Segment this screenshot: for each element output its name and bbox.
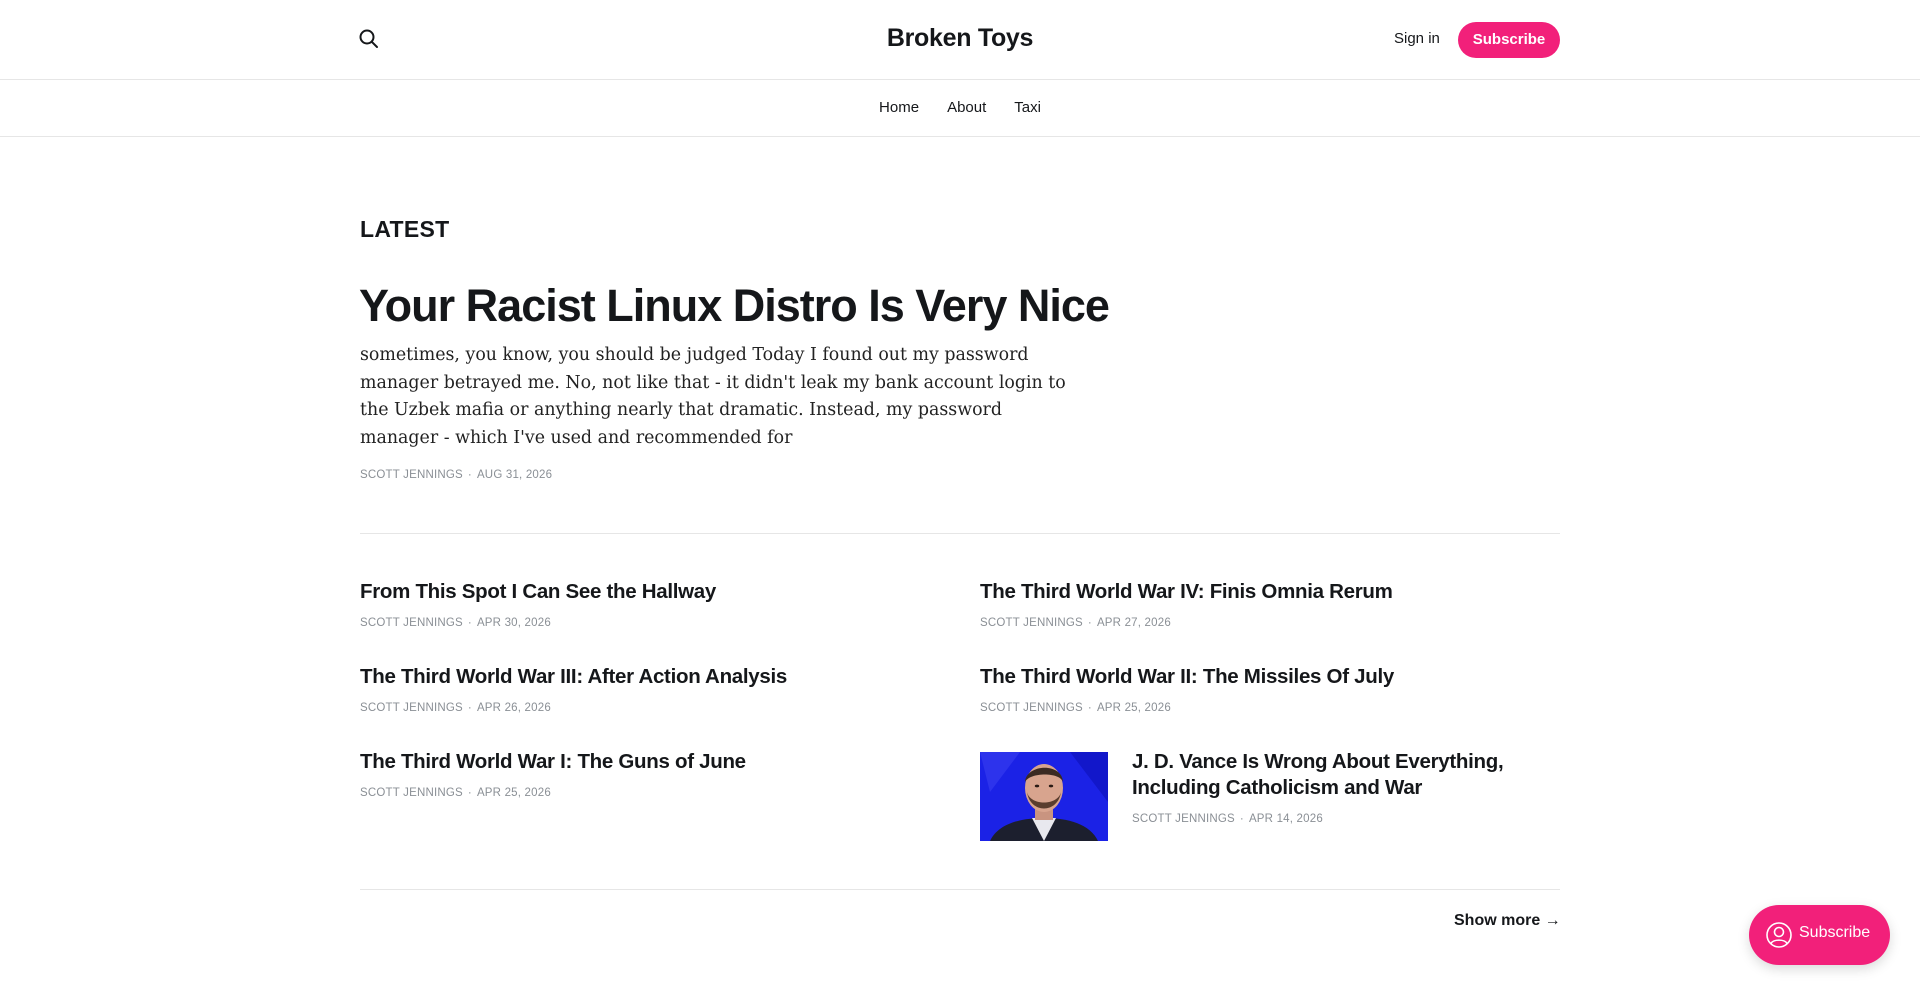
post-card[interactable]: From This Spot I Can See the Hallway SCO… — [360, 579, 716, 629]
post-date: AUG 31, 2026 — [476, 469, 553, 481]
nav-item-home[interactable]: Home — [879, 99, 919, 116]
show-more-link[interactable]: Show more → — [1454, 912, 1561, 930]
meta-separator: · — [1087, 617, 1092, 629]
post-card[interactable]: The Third World War I: The Guns of June … — [360, 749, 746, 799]
post-card[interactable]: The Third World War III: After Action An… — [360, 664, 787, 714]
post-author[interactable]: SCOTT JENNINGS — [980, 617, 1083, 629]
sign-in-link[interactable]: Sign in — [1394, 30, 1440, 47]
post-author[interactable]: SCOTT JENNINGS — [360, 702, 463, 714]
post-meta: SCOTT JENNINGS · APR 30, 2026 — [360, 617, 716, 629]
meta-separator: · — [467, 469, 472, 481]
main-nav: Home About Taxi — [0, 80, 1920, 137]
post-meta: SCOTT JENNINGS · APR 26, 2026 — [360, 702, 787, 714]
featured-post-meta: SCOTT JENNINGS · AUG 31, 2026 — [360, 469, 552, 481]
post-title[interactable]: J. D. Vance Is Wrong About Everything, I… — [1132, 749, 1504, 801]
post-date: APR 27, 2026 — [1096, 617, 1171, 629]
site-title-link[interactable]: Broken Toys — [887, 24, 1034, 53]
post-title[interactable]: The Third World War II: The Missiles Of … — [980, 664, 1394, 690]
post-author[interactable]: SCOTT JENNINGS — [360, 469, 463, 481]
subscribe-button[interactable]: Subscribe — [1458, 22, 1560, 58]
post-card[interactable]: The Third World War II: The Missiles Of … — [980, 664, 1394, 714]
portrait-image — [980, 752, 1108, 841]
post-date: APR 26, 2026 — [476, 702, 551, 714]
post-card[interactable]: J. D. Vance Is Wrong About Everything, I… — [1132, 749, 1504, 825]
post-date: APR 14, 2026 — [1248, 813, 1323, 825]
post-card[interactable]: The Third World War IV: Finis Omnia Reru… — [980, 579, 1393, 629]
post-title[interactable]: The Third World War IV: Finis Omnia Reru… — [980, 579, 1393, 605]
meta-separator: · — [1239, 813, 1244, 825]
post-meta: SCOTT JENNINGS · APR 27, 2026 — [980, 617, 1393, 629]
post-meta: SCOTT JENNINGS · APR 14, 2026 — [1132, 813, 1503, 825]
post-meta: SCOTT JENNINGS · APR 25, 2026 — [360, 787, 746, 799]
meta-separator: · — [467, 787, 472, 799]
post-date: APR 25, 2026 — [1096, 702, 1171, 714]
meta-separator: · — [467, 702, 472, 714]
post-date: APR 30, 2026 — [476, 617, 551, 629]
portal-subscribe-button[interactable]: Subscribe — [1749, 905, 1890, 965]
portal-subscribe-label: Subscribe — [1799, 924, 1871, 941]
nav-item-about[interactable]: About — [947, 99, 986, 116]
section-divider — [360, 889, 1560, 890]
post-title-line: J. D. Vance Is Wrong About Everything, — [1132, 750, 1504, 773]
post-author[interactable]: SCOTT JENNINGS — [980, 702, 1083, 714]
post-author[interactable]: SCOTT JENNINGS — [360, 617, 463, 629]
site-header: Broken Toys Sign in Subscribe — [0, 0, 1920, 80]
section-divider — [360, 533, 1560, 534]
post-title-line: Including Catholicism and War — [1132, 776, 1423, 799]
post-author[interactable]: SCOTT JENNINGS — [360, 787, 463, 799]
meta-separator: · — [467, 617, 472, 629]
site-title: Broken Toys — [0, 24, 1920, 53]
meta-separator: · — [1087, 702, 1092, 714]
post-author[interactable]: SCOTT JENNINGS — [1132, 813, 1235, 825]
post-title[interactable]: From This Spot I Can See the Hallway — [360, 579, 716, 605]
featured-post-title[interactable]: Your Racist Linux Distro Is Very Nice — [359, 280, 1110, 332]
post-thumbnail-image[interactable] — [980, 752, 1108, 841]
post-title[interactable]: The Third World War I: The Guns of June — [360, 749, 746, 775]
post-title[interactable]: The Third World War III: After Action An… — [360, 664, 787, 690]
section-label-latest: LATEST — [360, 216, 450, 242]
user-circle-icon — [1766, 922, 1792, 948]
post-meta: SCOTT JENNINGS · APR 25, 2026 — [980, 702, 1394, 714]
featured-post-excerpt[interactable]: sometimes, you know, you should be judge… — [360, 342, 1080, 452]
nav-item-taxi[interactable]: Taxi — [1014, 99, 1041, 116]
post-date: APR 25, 2026 — [476, 787, 551, 799]
